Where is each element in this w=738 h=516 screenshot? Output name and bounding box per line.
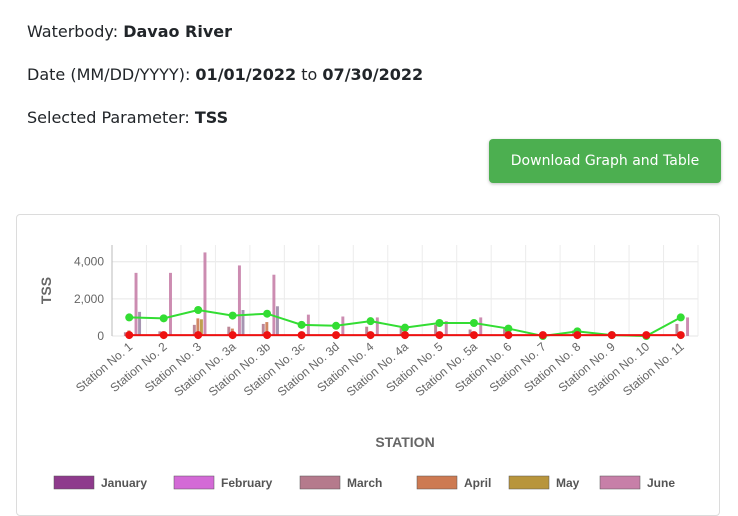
- date-from: 01/01/2022: [195, 65, 297, 84]
- bar-july: [275, 306, 279, 336]
- line-point-1: [125, 331, 134, 340]
- line-point-1: [366, 331, 375, 340]
- line-point-1: [538, 331, 547, 340]
- legend-label: May: [556, 476, 580, 490]
- line-point-0: [297, 320, 306, 329]
- line-point-1: [607, 331, 616, 340]
- line-point-0: [469, 319, 478, 327]
- line-point-1: [642, 331, 651, 340]
- bar-june: [203, 252, 207, 336]
- tss-chart: 02,0004,000Station No. 1Station No. 2Sta…: [38, 245, 699, 490]
- bar-july: [241, 310, 245, 336]
- bar-july: [138, 311, 142, 336]
- line-point-0: [676, 313, 685, 322]
- x-tick-label: Station No. 11: [620, 339, 687, 398]
- x-axis-title: STATION: [375, 434, 434, 450]
- line-point-0: [401, 323, 409, 332]
- legend-swatch: [508, 475, 550, 490]
- parameter-line: Selected Parameter: TSS: [27, 108, 228, 128]
- line-point-0: [159, 314, 168, 323]
- line-point-0: [263, 309, 272, 318]
- line-point-1: [676, 331, 685, 340]
- legend-label: February: [221, 476, 273, 490]
- line-point-0: [228, 311, 237, 320]
- bar-june: [479, 317, 483, 336]
- chart-panel: 0 2,000 4,000 Station No. 1 Station No. 2 Sta…: [16, 214, 720, 516]
- line-point-1: [573, 331, 582, 340]
- line-point-1: [194, 331, 203, 340]
- line-point-1: [435, 331, 444, 340]
- line-point-1: [297, 331, 306, 340]
- download-graph-button[interactable]: Download Graph and Table: [489, 139, 721, 183]
- line-point-0: [194, 306, 203, 314]
- line-point-1: [228, 331, 237, 340]
- line-point-1: [504, 331, 513, 340]
- y-tick-label: 0: [97, 329, 104, 343]
- y-tick-label: 2,000: [74, 292, 104, 306]
- waterbody-value: Davao River: [123, 22, 233, 41]
- line-point-0: [125, 313, 134, 322]
- line-point-1: [401, 331, 409, 340]
- line-point-1: [263, 331, 272, 340]
- legend-label: April: [464, 476, 491, 490]
- legend-label: January: [101, 476, 147, 490]
- legend-swatch: [53, 475, 95, 490]
- date-to: 07/30/2022: [322, 65, 424, 84]
- y-axis-title: TSS: [38, 277, 54, 304]
- date-to-word: to: [301, 65, 318, 84]
- line-point-1: [332, 331, 341, 340]
- line-point-0: [366, 317, 375, 326]
- bar-june: [686, 317, 690, 336]
- parameter-label: Selected Parameter:: [27, 108, 190, 127]
- date-label: Date (MM/DD/YYYY):: [27, 65, 191, 84]
- bar-june: [169, 272, 172, 336]
- waterbody-label: Waterbody:: [27, 22, 119, 41]
- bar-june: [341, 316, 345, 336]
- y-tick-label: 4,000: [74, 255, 104, 269]
- bar-june: [237, 265, 241, 336]
- legend-label: June: [647, 476, 675, 490]
- legend-swatch: [299, 475, 341, 490]
- bar-june: [272, 274, 276, 336]
- line-point-1: [159, 331, 168, 340]
- line-point-0: [332, 321, 341, 330]
- legend-swatch: [173, 475, 215, 490]
- bar-june: [134, 272, 138, 336]
- legend-swatch: [599, 475, 641, 490]
- legend-label: March: [347, 476, 382, 490]
- parameter-value: TSS: [194, 108, 229, 127]
- waterbody-line: Waterbody: Davao River: [27, 22, 232, 42]
- legend-swatch: [416, 475, 458, 490]
- date-range-line: Date (MM/DD/YYYY): 01/01/2022 to 07/30/2…: [27, 65, 423, 85]
- line-point-1: [469, 331, 478, 340]
- line-point-0: [435, 319, 444, 327]
- bar-june: [375, 317, 379, 336]
